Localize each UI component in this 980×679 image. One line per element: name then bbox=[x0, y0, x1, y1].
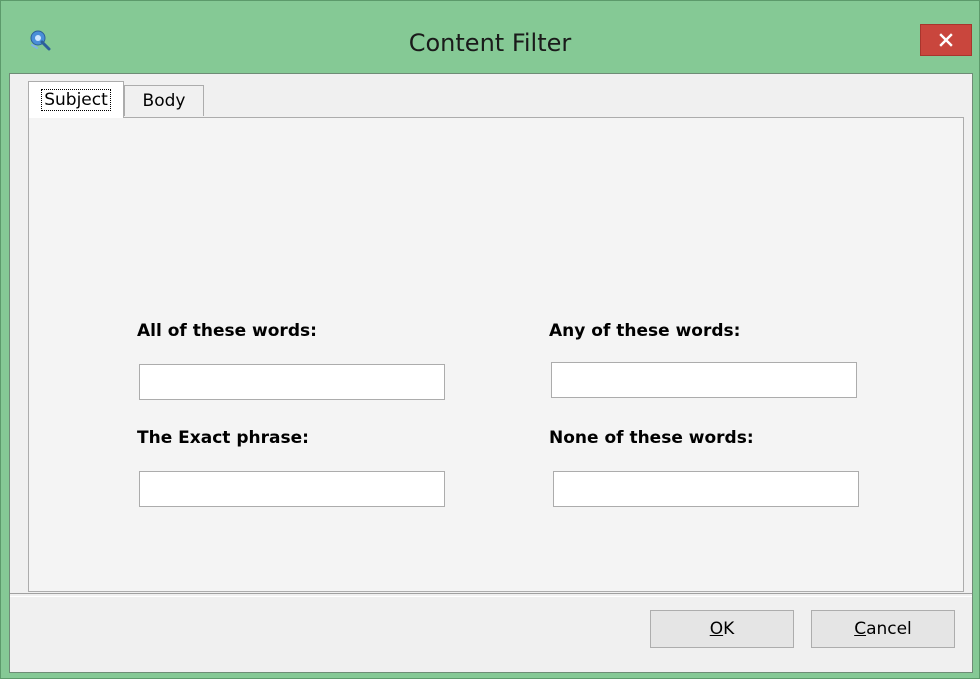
dialog-client-area: Subject Body All of these words: Any of … bbox=[9, 73, 973, 673]
ok-label-rest: K bbox=[723, 619, 735, 639]
ok-mnemonic: O bbox=[709, 619, 724, 639]
ok-button[interactable]: OK bbox=[650, 610, 794, 648]
all-words-label: All of these words: bbox=[137, 321, 317, 341]
tab-body-label: Body bbox=[142, 91, 186, 111]
title-bar[interactable]: Content Filter bbox=[1, 1, 979, 57]
content-filter-window: Content Filter Subject Body All of these… bbox=[0, 0, 980, 679]
subject-tab-page: All of these words: Any of these words: … bbox=[28, 117, 964, 592]
close-icon bbox=[939, 33, 953, 47]
cancel-label-rest: ancel bbox=[866, 619, 912, 639]
none-words-label: None of these words: bbox=[549, 428, 754, 448]
exact-phrase-input[interactable] bbox=[139, 471, 445, 507]
tab-subject-label: Subject bbox=[41, 89, 111, 111]
all-words-input[interactable] bbox=[139, 364, 445, 400]
cancel-mnemonic: C bbox=[854, 619, 867, 639]
any-words-label: Any of these words: bbox=[549, 321, 741, 341]
button-separator bbox=[10, 593, 972, 597]
tab-body[interactable]: Body bbox=[124, 85, 204, 116]
any-words-input[interactable] bbox=[551, 362, 857, 398]
close-button[interactable] bbox=[920, 24, 972, 56]
none-words-input[interactable] bbox=[553, 471, 859, 507]
exact-phrase-label: The Exact phrase: bbox=[137, 428, 309, 448]
tab-subject[interactable]: Subject bbox=[28, 81, 124, 118]
cancel-button[interactable]: Cancel bbox=[811, 610, 955, 648]
window-title: Content Filter bbox=[408, 29, 572, 57]
